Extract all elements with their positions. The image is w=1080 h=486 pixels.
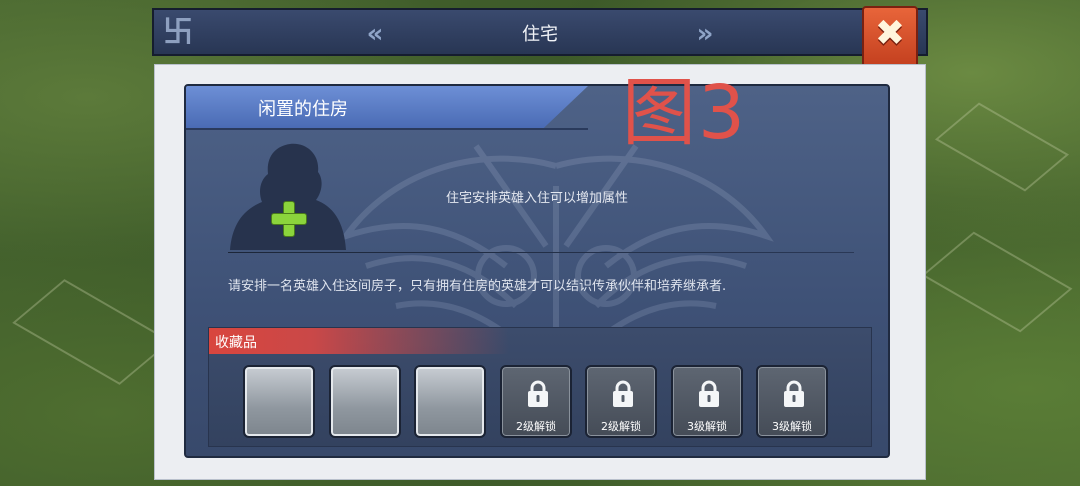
- collection-slot-4[interactable]: 2级解锁: [500, 365, 572, 438]
- double-chevron-right-icon: »: [696, 19, 714, 49]
- lock-icon: [784, 380, 804, 407]
- next-page-button[interactable]: »: [690, 20, 720, 48]
- collection-slot-7[interactable]: 3级解锁: [756, 365, 828, 438]
- hero-slot[interactable]: [228, 136, 346, 252]
- lock-icon: [528, 380, 548, 407]
- collection-slot-3[interactable]: [414, 365, 486, 438]
- lock-icon: [613, 380, 633, 407]
- close-icon: ✖: [874, 13, 906, 54]
- unlock-requirement: 3级解锁: [687, 420, 727, 433]
- section-header: 闲置的住房: [186, 86, 588, 128]
- section-divider: [228, 252, 854, 253]
- watermark-label: 图3: [622, 70, 748, 156]
- housing-info-text: 住宅安排英雄入住可以增加属性: [446, 191, 629, 206]
- housing-description: 请安排一名英雄入住这间房子，只有拥有住房的英雄才可以结识传承伙伴和培养继承者.: [228, 279, 727, 294]
- unlock-requirement: 2级解锁: [516, 420, 556, 433]
- window-title-bar: 卐 « 住宅 »: [152, 8, 928, 56]
- collection-slot-1[interactable]: [243, 365, 315, 438]
- map-tile: [921, 231, 1073, 333]
- map-tile: [12, 279, 172, 385]
- map-tile: [934, 102, 1070, 192]
- collection-title: 收藏品: [215, 335, 257, 351]
- collection-header: 收藏品: [209, 328, 509, 354]
- unlock-requirement: 2级解锁: [601, 420, 641, 433]
- add-icon: [270, 200, 308, 238]
- lock-icon: [699, 380, 719, 407]
- section-title: 闲置的住房: [258, 99, 348, 120]
- close-button[interactable]: ✖: [862, 6, 918, 72]
- unlock-requirement: 3级解锁: [772, 420, 812, 433]
- collection-panel: 收藏品 2级解锁 2级解锁 3级解锁 3级解锁: [208, 327, 872, 447]
- collection-slot-2[interactable]: [329, 365, 401, 438]
- collection-slot-6[interactable]: 3级解锁: [671, 365, 743, 438]
- housing-panel: 闲置的住房 住宅安排英雄入住可以增加属性 请安排一名英雄入住这间房子，只有拥有住…: [184, 84, 890, 458]
- window-title: 住宅: [522, 24, 558, 45]
- collection-slot-5[interactable]: 2级解锁: [585, 365, 657, 438]
